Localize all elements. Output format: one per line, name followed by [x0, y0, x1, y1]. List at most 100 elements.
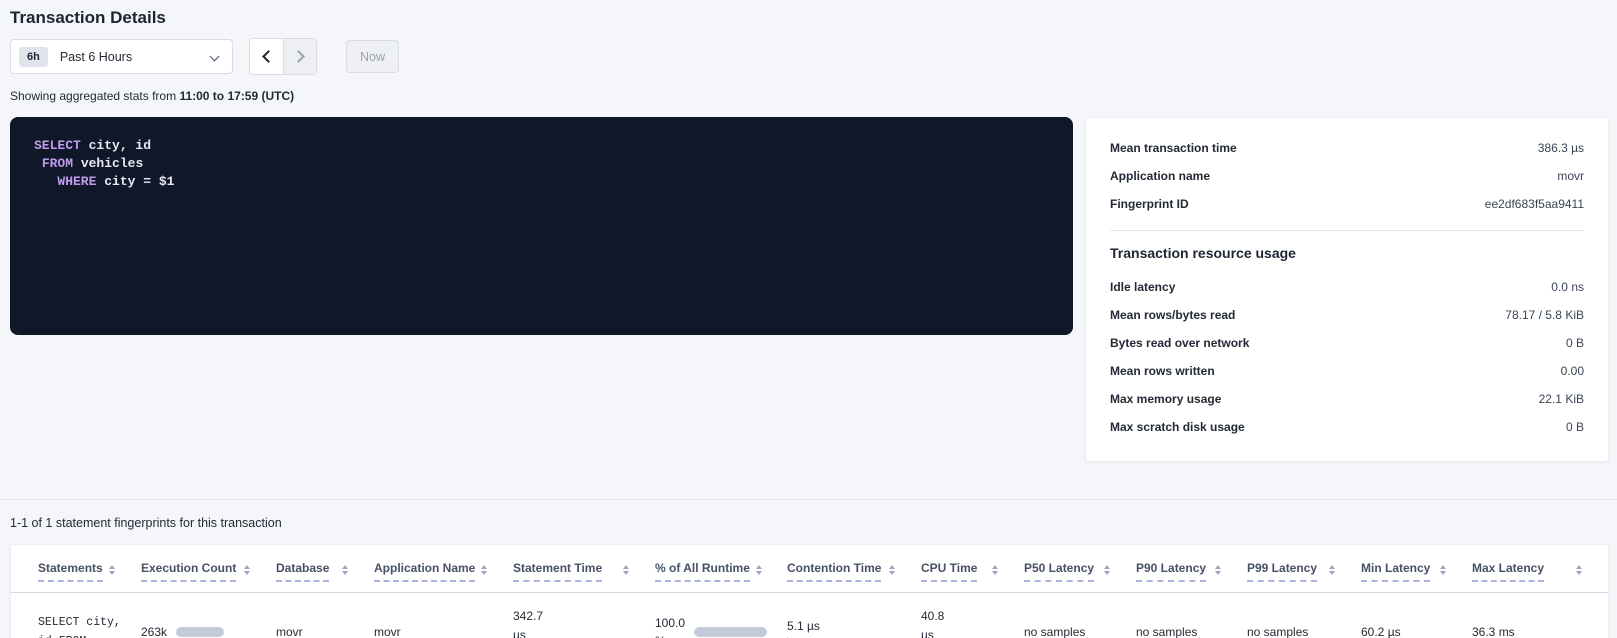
time-controls: 6h Past 6 Hours Now — [10, 38, 1607, 75]
cell-cpu-time: 40.8 µs — [921, 593, 1024, 638]
summary-label: Application name — [1110, 169, 1210, 183]
sort-icon[interactable] — [481, 565, 487, 575]
runtime-bar — [694, 627, 767, 637]
cell-max-latency: 36.3 ms — [1472, 593, 1608, 638]
sort-icon[interactable] — [623, 565, 629, 575]
sort-icon[interactable] — [1104, 565, 1110, 575]
now-button[interactable]: Now — [346, 40, 399, 73]
sql-line: WHERE city = $1 — [34, 173, 1049, 191]
cell-database: movr — [276, 593, 374, 638]
summary-value: ee2df683f5aa9411 — [1485, 197, 1584, 211]
sql-query-box: SELECT city, id FROM vehicles WHERE city… — [10, 117, 1073, 335]
sort-icon[interactable] — [1215, 565, 1221, 575]
summary-row: Idle latency 0.0 ns — [1110, 273, 1584, 301]
col-statements[interactable]: Statements — [11, 545, 141, 593]
time-range-nav — [249, 38, 317, 75]
summary-label: Max memory usage — [1110, 392, 1221, 406]
sort-icon[interactable] — [342, 565, 348, 575]
time-range-badge: 6h — [19, 47, 48, 67]
summary-label: Max scratch disk usage — [1110, 420, 1245, 434]
cell-p99-latency: no samples — [1247, 593, 1361, 638]
summary-row: Mean rows/bytes read 78.17 / 5.8 KiB — [1110, 301, 1584, 329]
aggregation-range-value: 11:00 to 17:59 (UTC) — [179, 89, 294, 103]
sort-icon[interactable] — [1440, 565, 1446, 575]
statement-time-value: 342.7 — [513, 607, 647, 626]
transaction-summary-card: Mean transaction time 386.3 µs Applicati… — [1085, 117, 1609, 462]
time-range-label: Past 6 Hours — [60, 50, 210, 64]
table-header-row: Statements Execution Count Database Appl… — [11, 545, 1608, 593]
summary-value: 78.17 / 5.8 KiB — [1505, 308, 1584, 322]
summary-value: movr — [1557, 169, 1584, 183]
sort-icon[interactable] — [756, 565, 762, 575]
prev-time-range-button[interactable] — [250, 39, 283, 74]
sort-icon[interactable] — [109, 565, 115, 575]
summary-label: Mean transaction time — [1110, 141, 1237, 155]
col-contention-time[interactable]: Contention Time — [787, 545, 921, 593]
chevron-left-icon — [262, 50, 275, 63]
cell-p50-latency: no samples — [1024, 593, 1136, 638]
summary-row: Mean transaction time 386.3 µs — [1110, 134, 1584, 162]
statement-row[interactable]: SELECT city, id FROM… 263k movr movr — [11, 593, 1608, 638]
summary-label: Mean rows/bytes read — [1110, 308, 1235, 322]
sort-icon[interactable] — [889, 565, 895, 575]
chevron-right-icon — [292, 50, 305, 63]
col-cpu-time[interactable]: CPU Time — [921, 545, 1024, 593]
statement-text-line2: id FROM… — [38, 632, 133, 638]
sort-icon[interactable] — [1576, 565, 1582, 575]
summary-row: Fingerprint ID ee2df683f5aa9411 — [1110, 190, 1584, 218]
col-database[interactable]: Database — [276, 545, 374, 593]
col-p99-latency[interactable]: P99 Latency — [1247, 545, 1361, 593]
chevron-down-icon — [210, 52, 220, 62]
col-max-latency[interactable]: Max Latency — [1472, 545, 1608, 593]
runtime-unit: % — [655, 632, 685, 638]
execution-count-value: 263k — [141, 625, 167, 638]
page-title: Transaction Details — [10, 8, 1607, 28]
summary-row: Application name movr — [1110, 162, 1584, 190]
cell-application-name: movr — [374, 593, 513, 638]
aggregation-range-text: Showing aggregated stats from 11:00 to 1… — [10, 89, 1607, 103]
summary-value: 22.1 KiB — [1539, 392, 1584, 406]
summary-label: Bytes read over network — [1110, 336, 1249, 350]
contention-time-value: 5.1 µs — [787, 619, 913, 633]
sort-icon[interactable] — [244, 565, 250, 575]
statements-count-caption: 1-1 of 1 statement fingerprints for this… — [10, 516, 1607, 530]
cell-contention-time: 5.1 µs — [787, 593, 921, 638]
transaction-details-page: Transaction Details 6h Past 6 Hours Now … — [0, 0, 1617, 638]
summary-label: Mean rows written — [1110, 364, 1215, 378]
sort-icon[interactable] — [1329, 565, 1335, 575]
summary-row: Max memory usage 22.1 KiB — [1110, 385, 1584, 413]
summary-value: 386.3 µs — [1538, 141, 1584, 155]
main-panels: SELECT city, id FROM vehicles WHERE city… — [10, 117, 1609, 462]
col-pct-runtime[interactable]: % of All Runtime — [655, 545, 787, 593]
col-statement-time[interactable]: Statement Time — [513, 545, 655, 593]
sql-line: SELECT city, id — [34, 137, 1049, 155]
next-time-range-button[interactable] — [283, 39, 316, 74]
statements-table-card: Statements Execution Count Database Appl… — [10, 544, 1609, 638]
cell-execution-count: 263k — [141, 593, 276, 638]
cell-statement[interactable]: SELECT city, id FROM… — [11, 593, 141, 638]
col-application-name[interactable]: Application Name — [374, 545, 513, 593]
col-min-latency[interactable]: Min Latency — [1361, 545, 1472, 593]
statement-text-line1: SELECT city, — [38, 613, 133, 633]
cell-pct-runtime: 100.0 % — [655, 593, 787, 638]
summary-row: Mean rows written 0.00 — [1110, 357, 1584, 385]
sort-icon[interactable] — [992, 565, 998, 575]
cell-p90-latency: no samples — [1136, 593, 1247, 638]
summary-label: Fingerprint ID — [1110, 197, 1189, 211]
col-p50-latency[interactable]: P50 Latency — [1024, 545, 1136, 593]
cell-min-latency: 60.2 µs — [1361, 593, 1472, 638]
summary-row: Bytes read over network 0 B — [1110, 329, 1584, 357]
card-divider — [1110, 230, 1584, 231]
time-range-dropdown[interactable]: 6h Past 6 Hours — [10, 39, 233, 74]
statement-time-unit: µs — [513, 626, 647, 638]
cpu-time-unit: µs — [921, 626, 1016, 638]
col-p90-latency[interactable]: P90 Latency — [1136, 545, 1247, 593]
resource-usage-title: Transaction resource usage — [1110, 245, 1584, 261]
summary-value: 0 B — [1566, 336, 1584, 350]
col-execution-count[interactable]: Execution Count — [141, 545, 276, 593]
sql-line: FROM vehicles — [34, 155, 1049, 173]
runtime-value: 100.0 — [655, 614, 685, 633]
statements-table: Statements Execution Count Database Appl… — [11, 545, 1608, 638]
section-divider — [0, 499, 1617, 500]
summary-label: Idle latency — [1110, 280, 1175, 294]
